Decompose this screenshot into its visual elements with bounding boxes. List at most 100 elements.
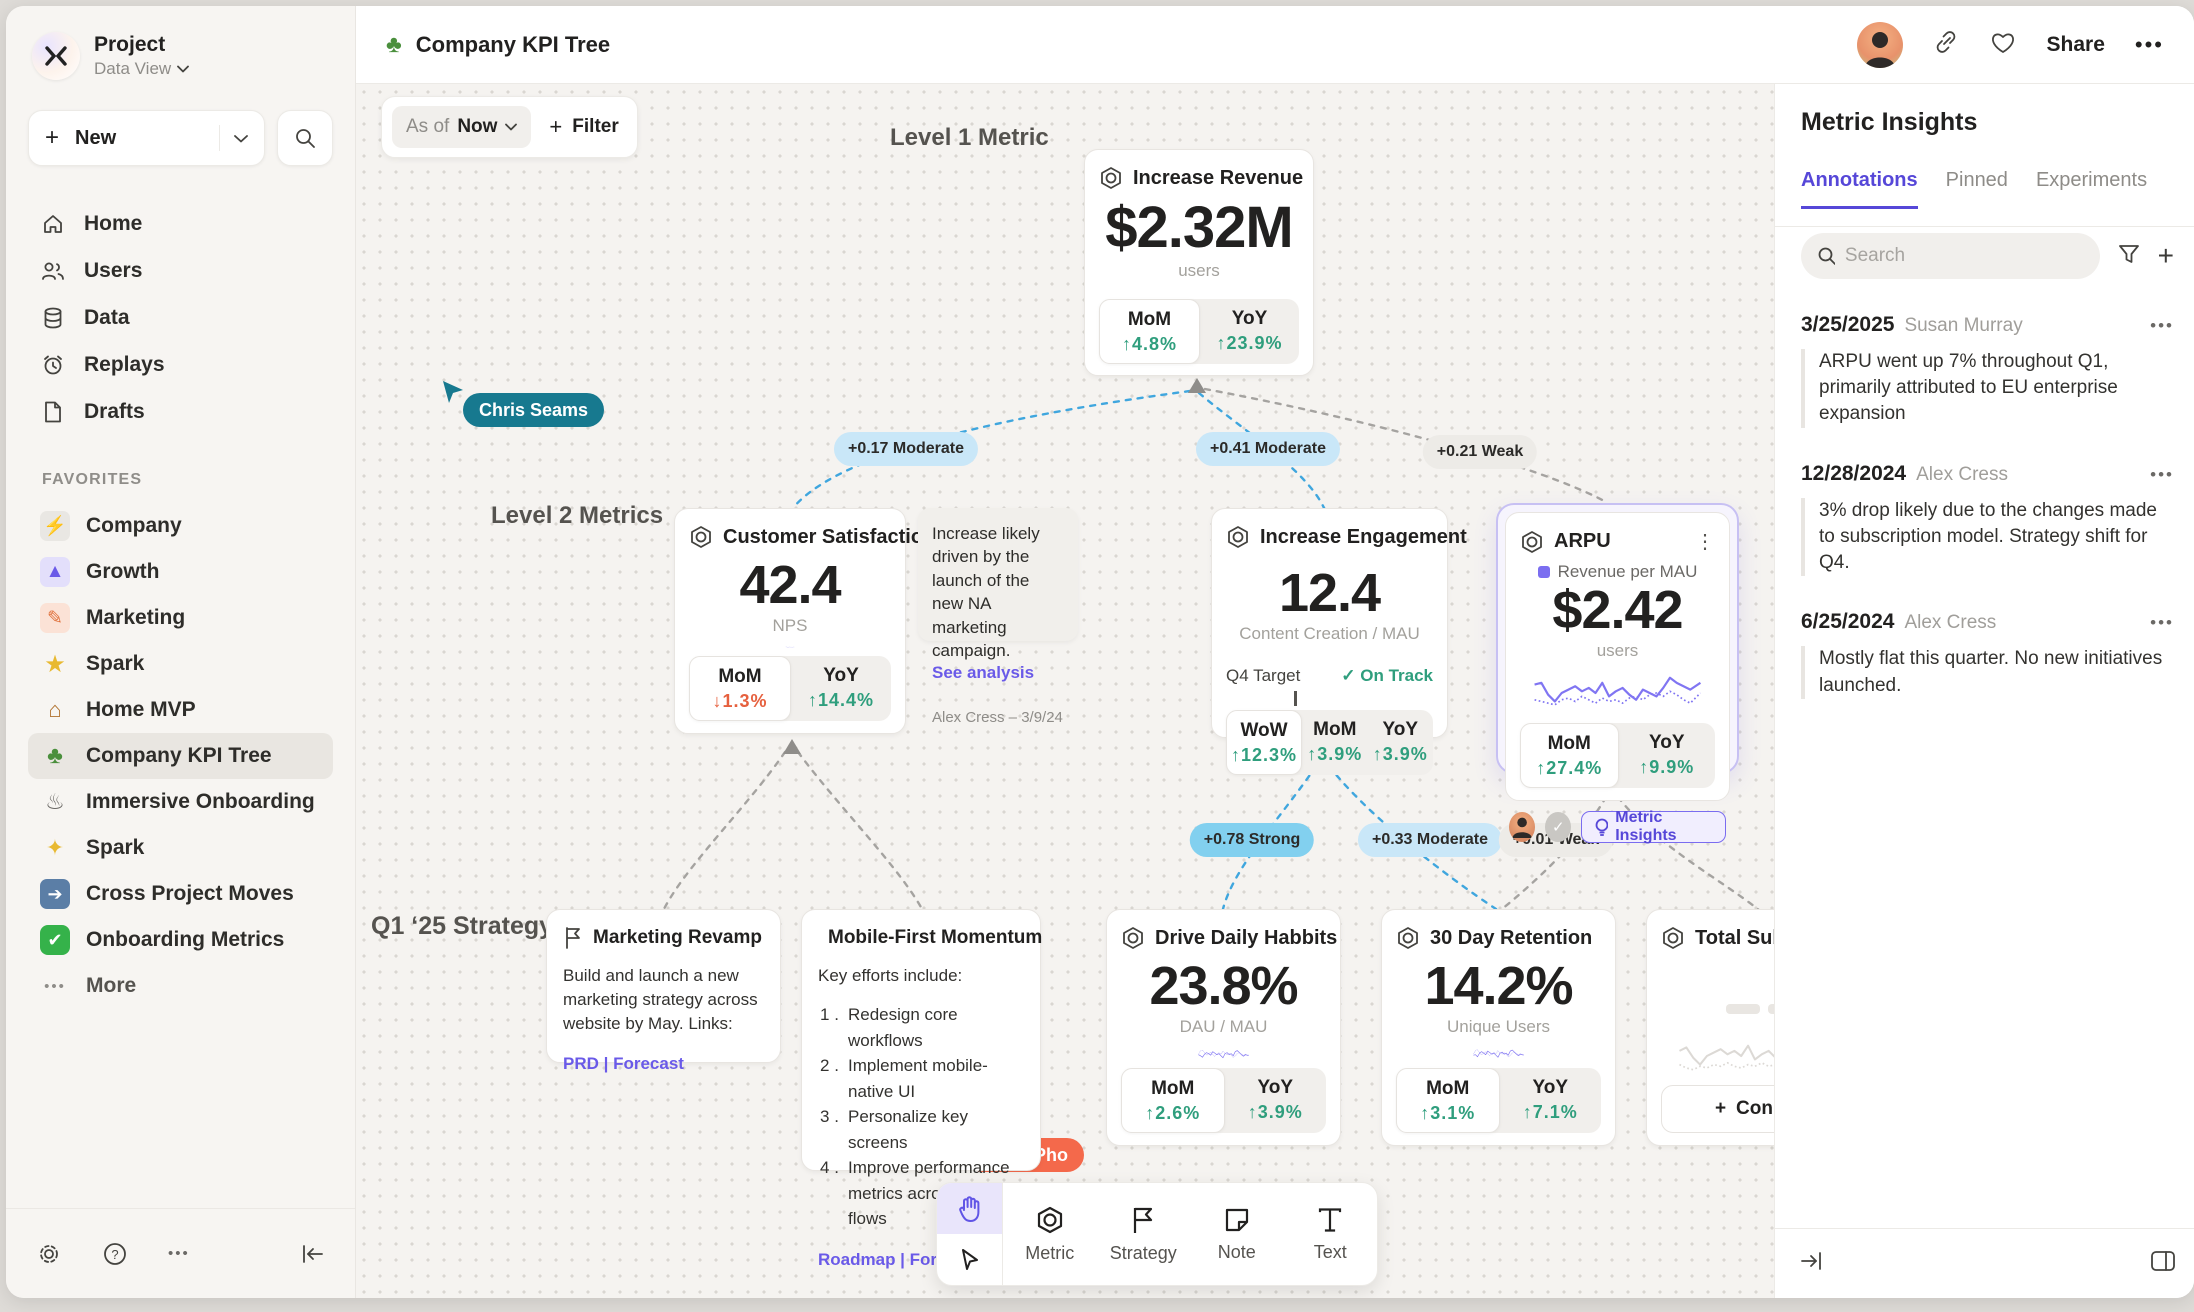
- metric-insights-button[interactable]: Metric Insights: [1581, 811, 1726, 843]
- sidebar-item-company-kpi-tree[interactable]: ♣ Company KPI Tree: [28, 733, 333, 779]
- metric-tool-button[interactable]: Metric: [1003, 1183, 1097, 1285]
- select-tool-button[interactable]: [937, 1234, 1002, 1285]
- edge-label: +0.41 Moderate: [1196, 432, 1340, 466]
- sidebar-item-home[interactable]: Home: [28, 200, 333, 247]
- connect-data-button[interactable]: + Connect: [1661, 1085, 1774, 1133]
- metric-card-arpu-selection[interactable]: ARPU ⋮ Revenue per MAU $2.42 users: [1496, 503, 1739, 774]
- metric-card-drive-daily-habits[interactable]: Drive Daily Habbits 23.8% DAU / MAU MoM …: [1106, 909, 1341, 1146]
- search-input[interactable]: [1845, 245, 2084, 267]
- chevron-down-icon[interactable]: [234, 134, 248, 143]
- copy-link-icon[interactable]: [1933, 29, 1959, 60]
- card-menu-icon[interactable]: ⋮: [1695, 529, 1715, 554]
- sidebar-item-company[interactable]: ⚡ Company: [28, 503, 333, 549]
- sidebar-item-home-mvp[interactable]: ⌂ Home MVP: [28, 687, 333, 733]
- delta-cell-wow[interactable]: WoW ↑12.3%: [1226, 710, 1302, 775]
- delta-cell-yoy[interactable]: YoY ↑23.9%: [1200, 299, 1299, 364]
- favorite-heart-icon[interactable]: [1989, 30, 2017, 60]
- add-annotation-icon[interactable]: +: [2158, 242, 2174, 270]
- sidebar-item-onboarding-metrics[interactable]: ✔ Onboarding Metrics: [28, 917, 333, 963]
- more-menu-icon[interactable]: •••: [2135, 32, 2164, 58]
- tab-annotations[interactable]: Annotations: [1801, 169, 1918, 209]
- layout-columns-icon[interactable]: [2150, 1250, 2176, 1277]
- metric-card-increase-revenue[interactable]: Increase Revenue $2.32M users MoM ↑4.8%: [1084, 149, 1314, 376]
- canvas-note[interactable]: Increase likely driven by the launch of …: [918, 508, 1078, 641]
- workspace-title: Project: [94, 33, 189, 57]
- sidebar-item-immersive-onboarding[interactable]: ♨ Immersive Onboarding: [28, 779, 333, 825]
- plus-icon: +: [45, 124, 59, 152]
- delta-cell-yoy[interactable]: YoY ↑7.1%: [1500, 1068, 1602, 1133]
- collapse-sidebar-icon[interactable]: [301, 1244, 325, 1264]
- check-icon: ✔: [40, 925, 70, 955]
- delta-cell-mom[interactable]: MoM ↑3.1%: [1396, 1068, 1500, 1133]
- sidebar-item-spark[interactable]: ★ Spark: [28, 641, 333, 687]
- see-analysis-link[interactable]: See analysis: [932, 663, 1064, 683]
- annotation-item[interactable]: 12/28/2024 Alex Cress ••• 3% drop likely…: [1801, 462, 2174, 577]
- help-icon[interactable]: ?: [102, 1241, 128, 1267]
- kpi-tree-canvas[interactable]: As of Now + Filter Level 1 Metric Level …: [356, 84, 1774, 1298]
- annotation-menu-icon[interactable]: •••: [2150, 316, 2174, 336]
- file-icon: [40, 400, 66, 424]
- strategy-tool-button[interactable]: Strategy: [1097, 1183, 1191, 1285]
- user-avatar[interactable]: [1857, 22, 1903, 68]
- note-tool-button[interactable]: Note: [1190, 1183, 1284, 1285]
- metric-unit: Unique Users: [1396, 1017, 1601, 1037]
- hand-icon: [957, 1195, 983, 1223]
- add-filter-button[interactable]: + Filter: [549, 114, 618, 140]
- level-1-label: Level 1 Metric: [890, 124, 1049, 152]
- as-of-selector[interactable]: As of Now: [392, 106, 531, 148]
- delta-cell-mom[interactable]: MoM ↑4.8%: [1099, 299, 1200, 364]
- metric-unit: users: [1099, 261, 1299, 281]
- edge-label: +0.21 Weak: [1423, 435, 1537, 469]
- annotation-menu-icon[interactable]: •••: [2150, 613, 2174, 633]
- more-options-icon[interactable]: •••: [168, 1245, 190, 1262]
- annotations-search[interactable]: [1801, 233, 2100, 279]
- tab-experiments[interactable]: Experiments: [2036, 169, 2147, 209]
- share-button[interactable]: Share: [2047, 33, 2105, 57]
- annotation-item[interactable]: 6/25/2024 Alex Cress ••• Mostly flat thi…: [1801, 610, 2174, 698]
- annotation-menu-icon[interactable]: •••: [2150, 465, 2174, 485]
- level-2-label: Level 2 Metrics: [491, 502, 663, 530]
- sidebar-item-data[interactable]: Data: [28, 294, 333, 341]
- sidebar-item-spark-2[interactable]: ✦ Spark: [28, 825, 333, 871]
- delta-cell-mom[interactable]: MoM ↑3.9%: [1302, 710, 1367, 775]
- filter-icon[interactable]: [2118, 243, 2140, 270]
- search-icon: [294, 127, 316, 149]
- delta-cell-yoy[interactable]: YoY ↑3.9%: [1225, 1068, 1327, 1133]
- workspace-switcher[interactable]: Project Data View: [28, 32, 333, 80]
- strategy-links[interactable]: PRD | Forecast: [563, 1054, 764, 1074]
- metric-hex-icon: [1226, 525, 1250, 549]
- delta-cell-yoy[interactable]: YoY ↑14.4%: [791, 656, 891, 721]
- sidebar-item-growth[interactable]: ▲ Growth: [28, 549, 333, 595]
- strategy-card-marketing-revamp[interactable]: Marketing Revamp Build and launch a new …: [546, 909, 781, 1063]
- ellipsis-icon: •••: [40, 978, 70, 995]
- delta-cell-mom[interactable]: MoM ↓1.3%: [689, 656, 791, 721]
- metric-card-total-subscriptions[interactable]: Total Subscriptions + Connect: [1646, 909, 1774, 1146]
- settings-gear-icon[interactable]: [36, 1241, 62, 1267]
- pencil-icon: ✎: [40, 603, 70, 633]
- sidebar-item-drafts[interactable]: Drafts: [28, 388, 333, 435]
- strategy-card-mobile-first-momentum[interactable]: Mobile-First Momentum Key efforts includ…: [801, 909, 1041, 1171]
- metric-card-increase-engagement[interactable]: Increase Engagement 12.4 Content Creatio…: [1211, 508, 1448, 738]
- annotation-item[interactable]: 3/25/2025 Susan Murray ••• ARPU went up …: [1801, 313, 2174, 428]
- sidebar-item-users[interactable]: Users: [28, 247, 333, 294]
- sidebar-item-more[interactable]: ••• More: [28, 963, 333, 1009]
- new-button[interactable]: + New: [28, 110, 265, 166]
- hand-tool-button[interactable]: [937, 1183, 1002, 1234]
- text-tool-button[interactable]: Text: [1284, 1183, 1378, 1285]
- plus-icon: +: [1715, 1098, 1726, 1120]
- metric-card-customer-satisfaction[interactable]: Customer Satisfaction 42.4 NPS MoM ↓1.3%: [674, 508, 906, 734]
- sidebar-item-cross-project-moves[interactable]: ➔ Cross Project Moves: [28, 871, 333, 917]
- collapse-panel-icon[interactable]: [1799, 1251, 1823, 1276]
- metric-card-30-day-retention[interactable]: 30 Day Retention 14.2% Unique Users MoM …: [1381, 909, 1616, 1146]
- sidebar-item-marketing[interactable]: ✎ Marketing: [28, 595, 333, 641]
- delta-cell-mom[interactable]: MoM ↑2.6%: [1121, 1068, 1225, 1133]
- delta-cell-mom[interactable]: MoM ↑27.4%: [1520, 723, 1619, 788]
- sidebar-item-replays[interactable]: Replays: [28, 341, 333, 388]
- tab-pinned[interactable]: Pinned: [1946, 169, 2008, 209]
- workspace-view-switcher[interactable]: Data View: [94, 59, 189, 79]
- delta-cell-yoy[interactable]: YoY ↑3.9%: [1368, 710, 1433, 775]
- sidebar-search-button[interactable]: [277, 110, 333, 166]
- collaborator-name: Chris Seams: [463, 393, 604, 427]
- cursor-arrow-icon: [959, 1248, 981, 1272]
- delta-cell-yoy[interactable]: YoY ↑9.9%: [1619, 723, 1716, 788]
